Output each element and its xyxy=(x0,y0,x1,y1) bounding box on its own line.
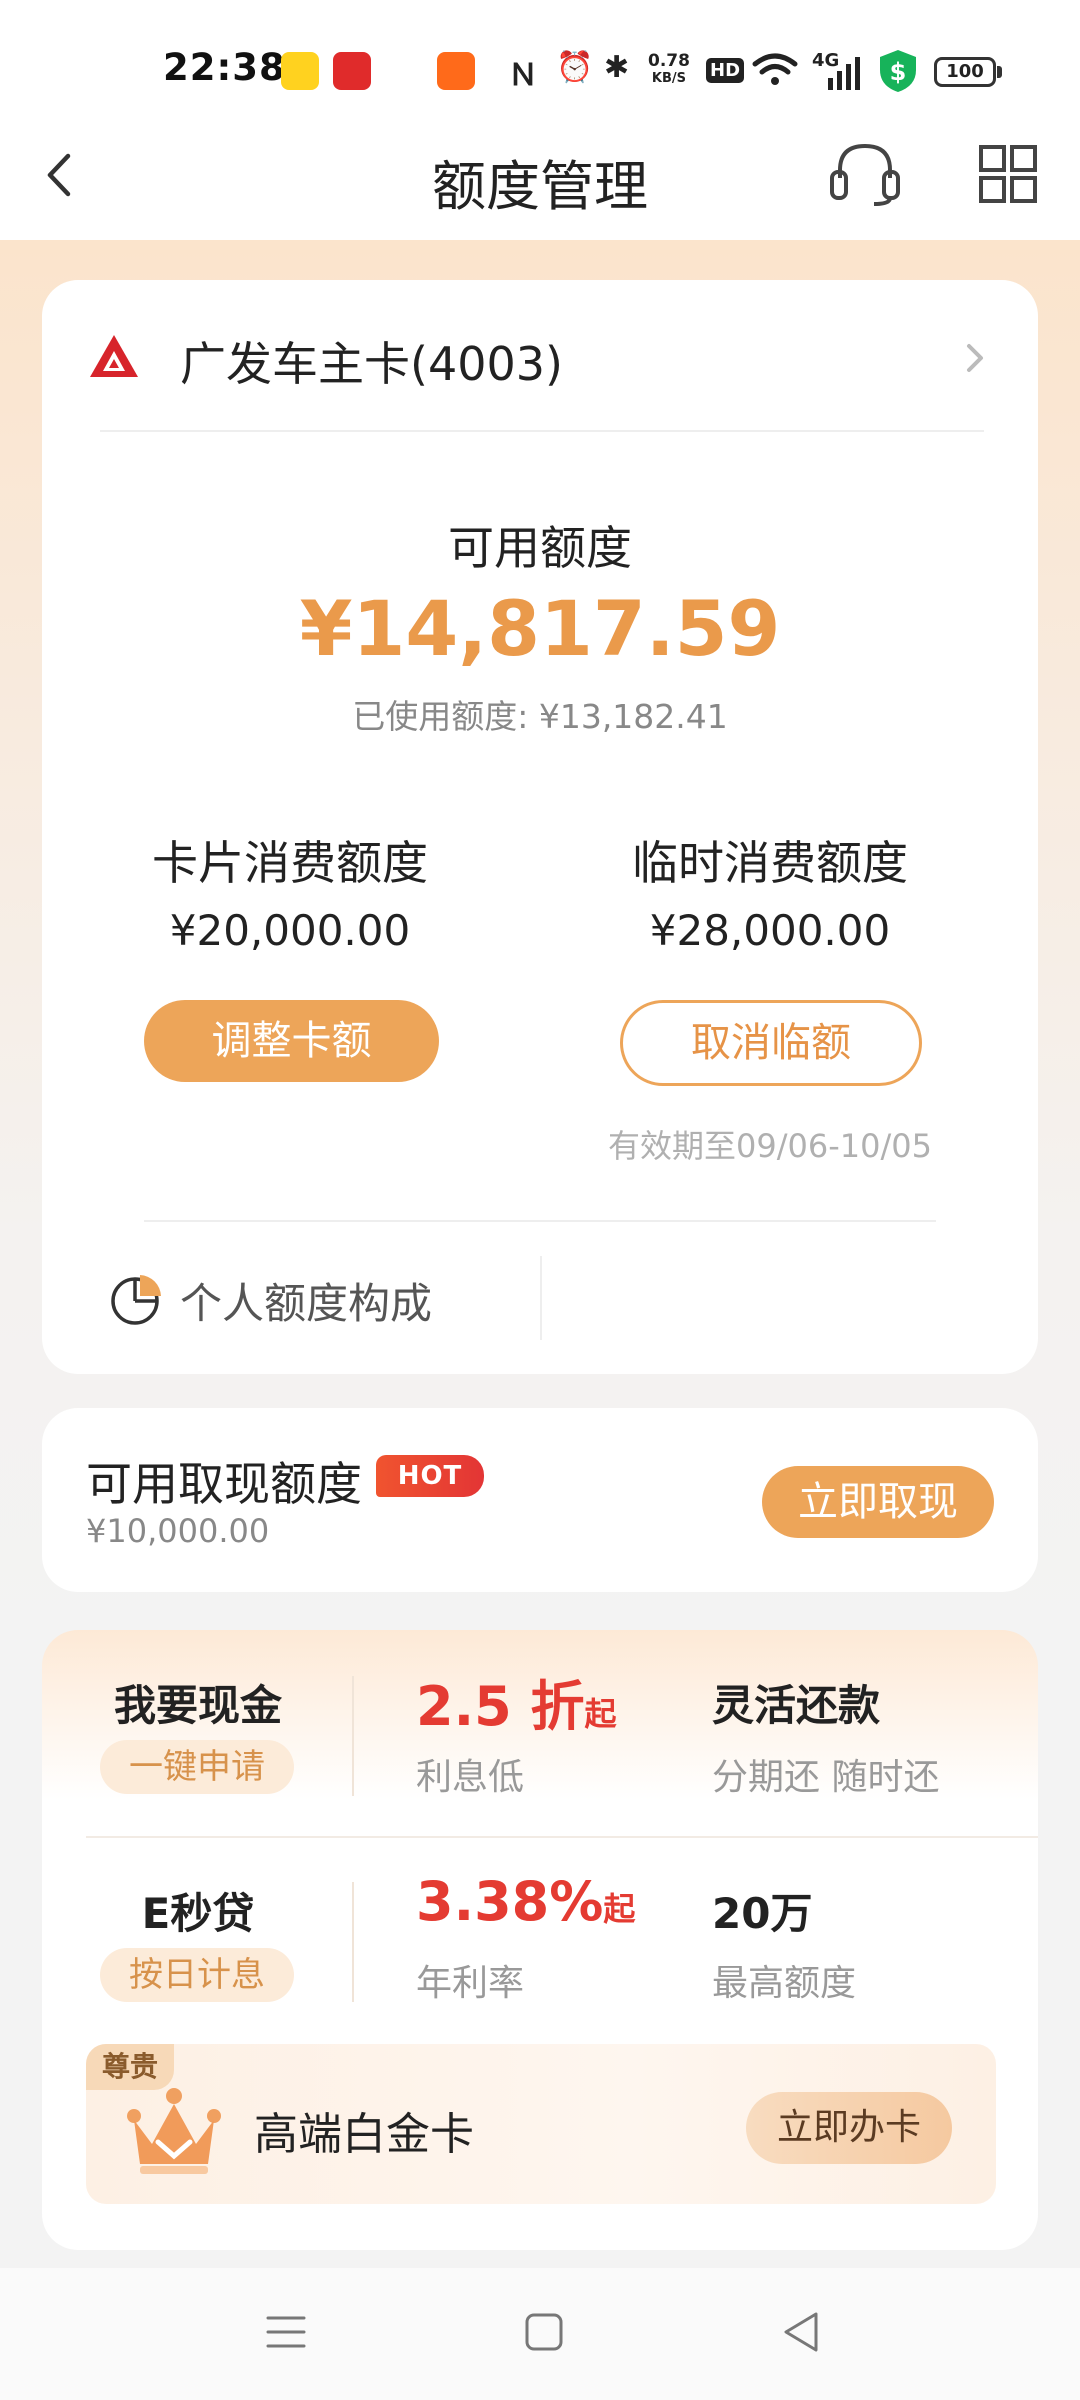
hot-badge: HOT xyxy=(376,1455,484,1497)
loan-rate-sub: 年利率 xyxy=(416,1963,525,2004)
pie-chart-icon[interactable] xyxy=(108,1272,162,1326)
svg-text:$: $ xyxy=(890,58,907,86)
temp-limit-label: 临时消费额度 xyxy=(632,836,908,890)
platinum-card-label: 高端白金卡 xyxy=(254,2109,474,2160)
vertical-divider xyxy=(352,1882,354,2002)
adjust-limit-button[interactable]: 调整卡额 xyxy=(144,1000,439,1082)
vertical-divider xyxy=(540,1256,542,1340)
chevron-right-icon[interactable] xyxy=(960,340,990,376)
cancel-temp-limit-button[interactable]: 取消临额 xyxy=(620,1000,922,1086)
loan-rate-sub: 利息低 xyxy=(416,1757,525,1798)
page-title: 额度管理 xyxy=(432,155,648,218)
limit-composition-link[interactable]: 个人额度构成 xyxy=(180,1270,432,1331)
loan-rate: 3.38%起 xyxy=(416,1870,636,1933)
wifi-icon xyxy=(752,53,798,85)
loan-feature-sub: 分期还 随时还 xyxy=(712,1757,940,1798)
temp-limit-value: ¥28,000.00 xyxy=(649,906,891,955)
bank-logo-icon xyxy=(90,335,138,377)
loan-title[interactable]: E秒贷 xyxy=(68,1880,328,1941)
loan-title[interactable]: 我要现金 xyxy=(68,1672,328,1733)
alarm-icon: ⏰ xyxy=(556,50,594,85)
system-back-icon[interactable] xyxy=(780,2310,822,2354)
divider xyxy=(86,1836,1038,1838)
loan-feature-title: 灵活还款 xyxy=(712,1681,881,1730)
recent-apps-icon[interactable] xyxy=(264,2310,308,2354)
vertical-divider xyxy=(352,1676,354,1796)
app-notification-icon xyxy=(281,52,319,90)
loan-feature-title: 20万 xyxy=(712,1889,813,1938)
home-icon[interactable] xyxy=(524,2312,564,2352)
grid-menu-icon[interactable] xyxy=(978,144,1038,204)
app-notification-icon xyxy=(333,52,371,90)
card-limit-label: 卡片消费额度 xyxy=(152,836,428,890)
apply-card-button[interactable]: 立即办卡 xyxy=(746,2092,952,2164)
status-time: 22:38 xyxy=(163,46,286,89)
loan-rate: 2.5 折起 xyxy=(416,1675,617,1738)
network-speed: 0.78 KB/S xyxy=(648,51,690,86)
used-limit-text: 已使用额度: ¥13,182.41 xyxy=(352,697,728,736)
security-shield-icon: $ xyxy=(880,50,916,92)
premium-tag: 尊贵 xyxy=(86,2044,174,2090)
loan-tag[interactable]: 按日计息 xyxy=(100,1948,294,2002)
divider xyxy=(144,1220,936,1222)
available-limit-amount: ¥14,817.59 xyxy=(299,584,781,673)
hd-icon: HD xyxy=(706,58,745,83)
bluetooth-icon: ✱ xyxy=(604,50,630,85)
loan-feature-sub: 最高额度 xyxy=(712,1963,857,2004)
battery-tip xyxy=(997,66,1002,78)
nfc-icon: Ｎ xyxy=(508,58,538,93)
withdraw-now-button[interactable]: 立即取现 xyxy=(762,1466,994,1538)
cash-limit-title: 可用取现额度 xyxy=(86,1457,362,1511)
signal-icon xyxy=(828,57,860,90)
card-limit-value: ¥20,000.00 xyxy=(169,906,411,955)
customer-service-headset-icon[interactable] xyxy=(828,140,902,208)
app-notification-icon xyxy=(437,52,475,90)
app-notification-icon xyxy=(386,52,424,90)
battery-icon: 100 xyxy=(934,57,996,87)
divider xyxy=(100,430,984,432)
crown-icon xyxy=(127,2088,221,2174)
temp-limit-validity: 有效期至09/06-10/05 xyxy=(608,1127,932,1165)
available-limit-label: 可用额度 xyxy=(448,521,632,575)
loan-tag[interactable]: 一键申请 xyxy=(100,1740,294,1794)
cash-limit-amount: ¥10,000.00 xyxy=(86,1512,270,1550)
card-name[interactable]: 广发车主卡(4003) xyxy=(180,328,563,394)
